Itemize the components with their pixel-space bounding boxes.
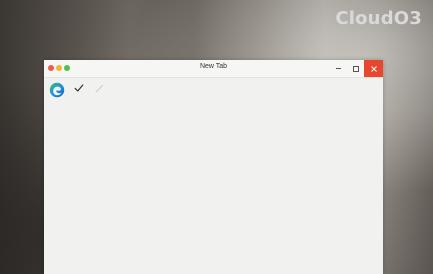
checkmark-icon[interactable]	[74, 83, 84, 93]
traffic-light-zoom-icon[interactable]	[64, 65, 70, 71]
edge-browser-icon[interactable]	[49, 82, 65, 98]
pen-icon[interactable]	[95, 84, 104, 93]
maximize-icon	[352, 65, 359, 72]
browser-window: New Tab	[44, 60, 383, 274]
title-bar: New Tab	[44, 60, 383, 78]
traffic-light-close-icon[interactable]	[48, 65, 54, 71]
maximize-button[interactable]	[347, 60, 364, 77]
blank-page-content[interactable]	[44, 102, 383, 274]
traffic-light-minimize-icon[interactable]	[56, 65, 62, 71]
minimize-icon	[336, 68, 341, 69]
minimize-button[interactable]	[330, 60, 347, 77]
toolbar	[44, 78, 383, 102]
close-button[interactable]	[364, 60, 383, 77]
close-icon	[370, 65, 377, 72]
watermark-logo: CloudO3	[335, 8, 422, 29]
